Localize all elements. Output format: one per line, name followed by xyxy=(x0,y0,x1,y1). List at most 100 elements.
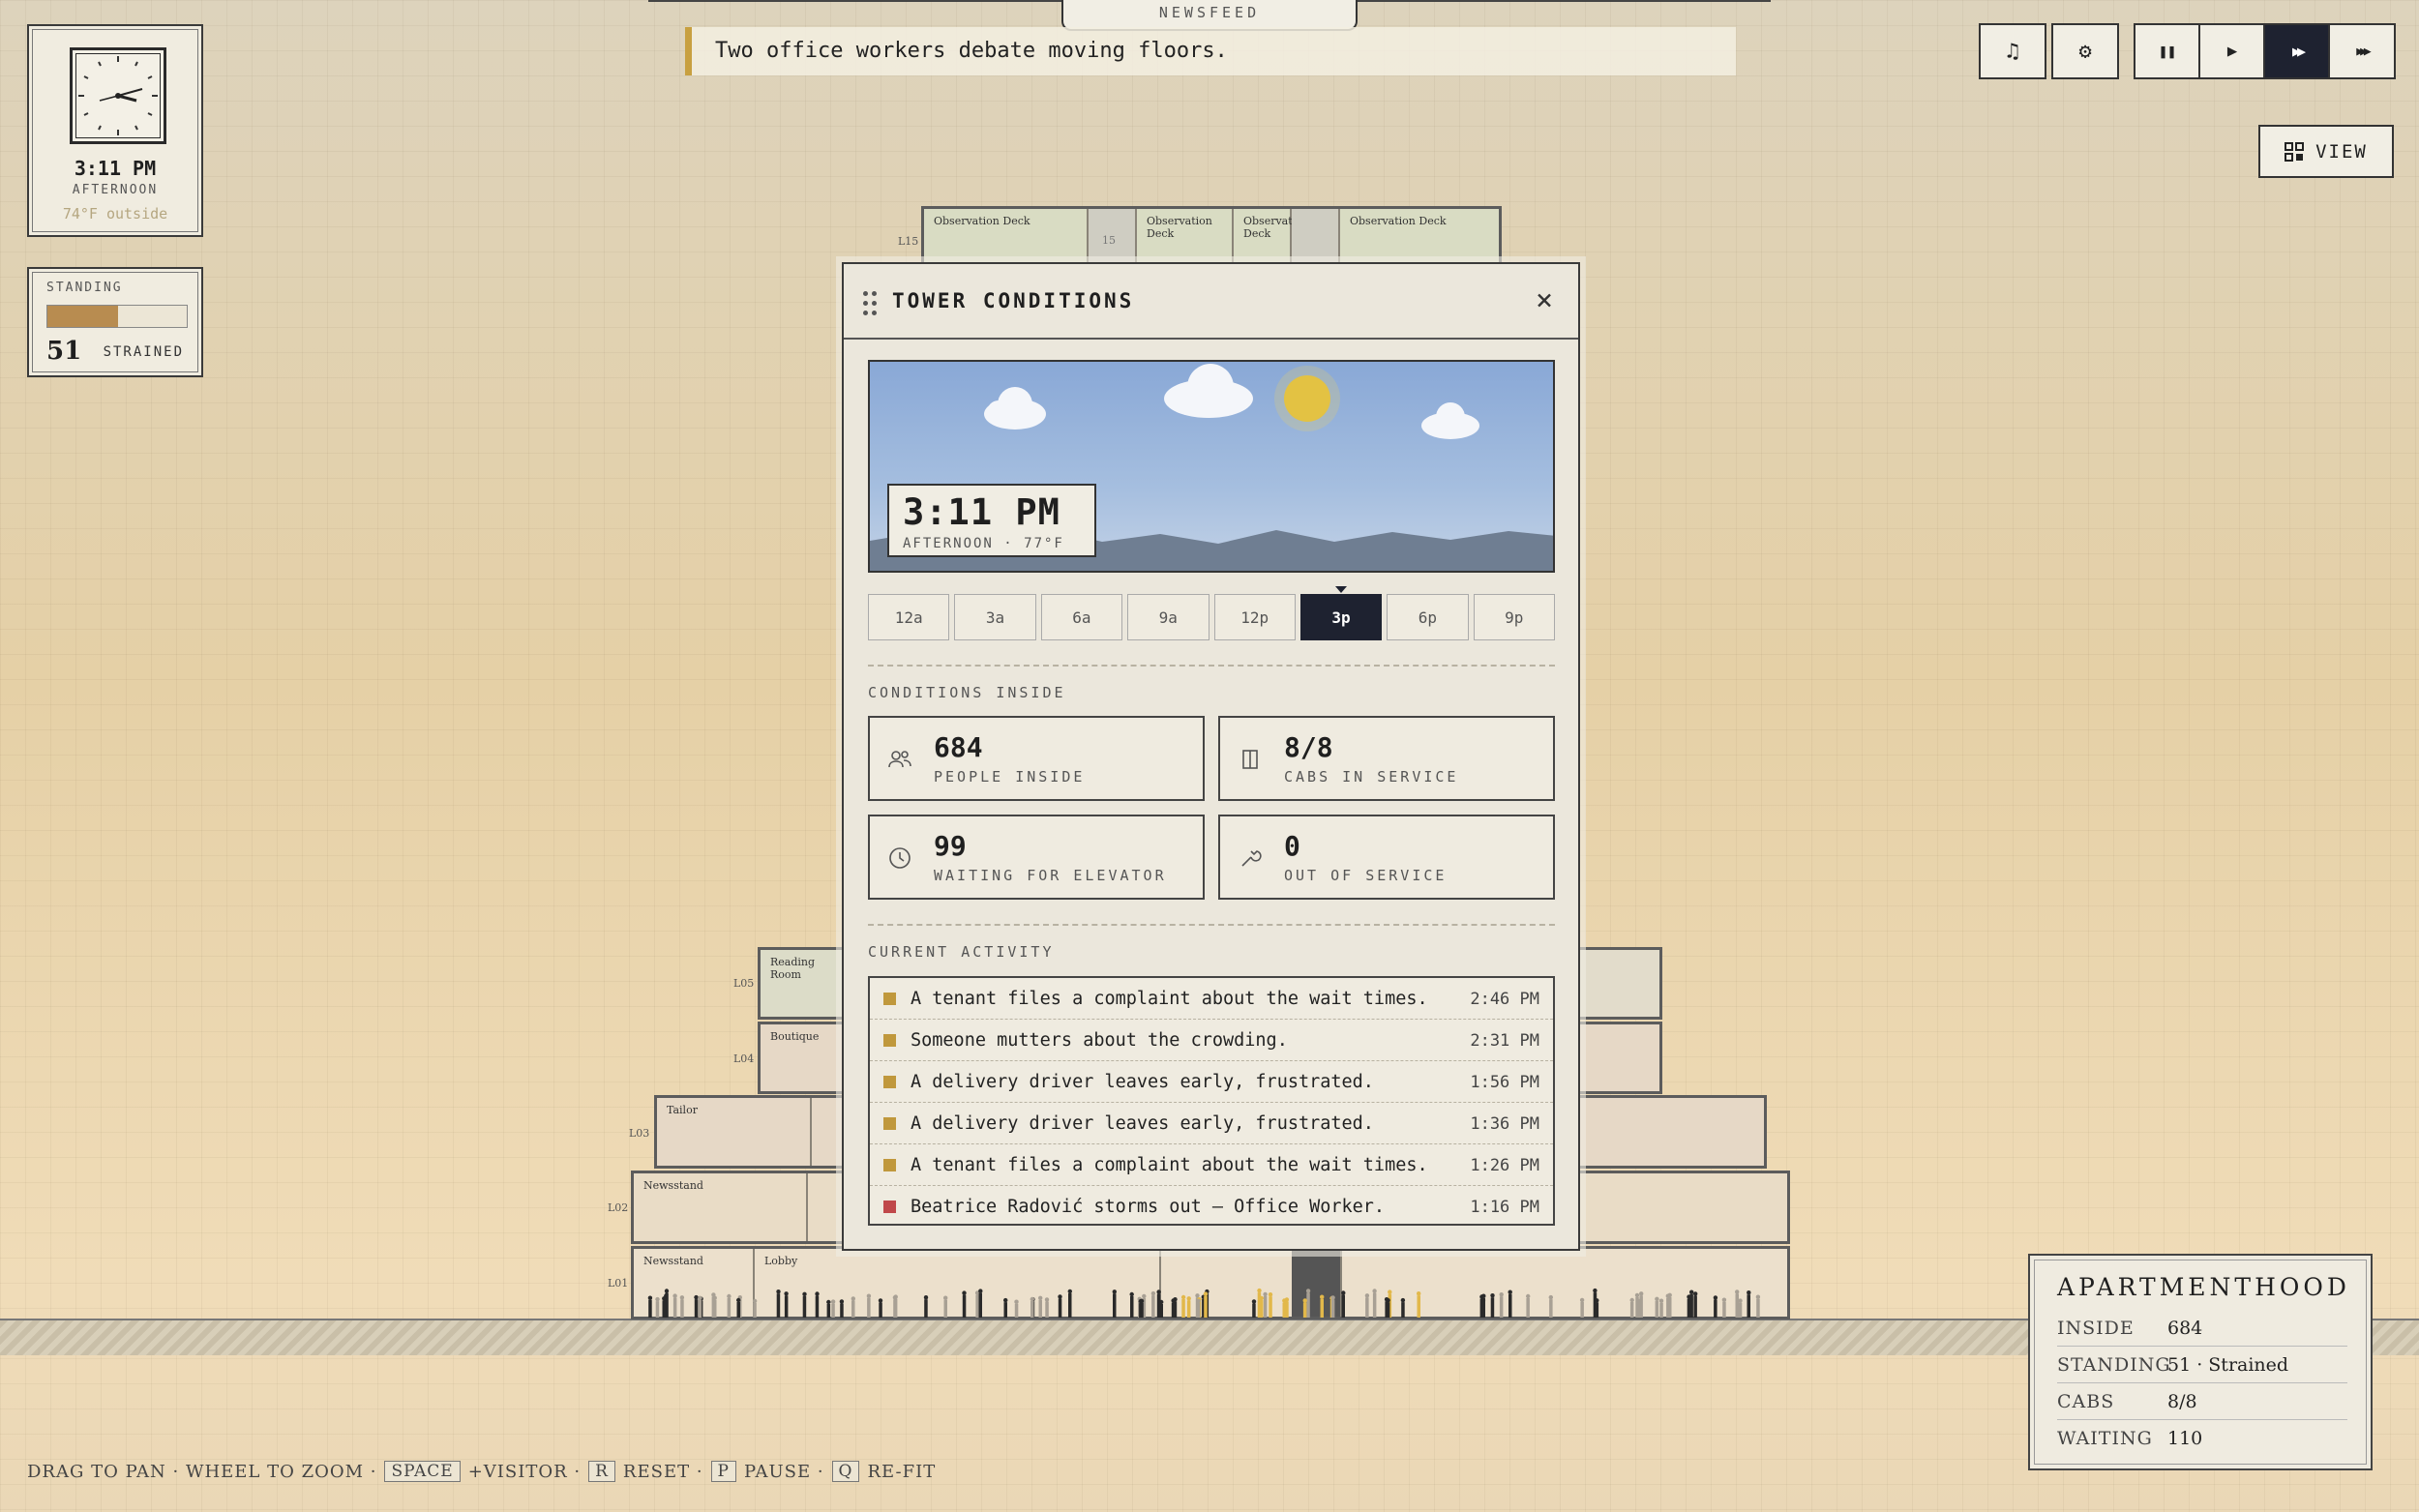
analog-clock-icon xyxy=(70,47,166,144)
summary-row: CABS 8/8 xyxy=(2057,1383,2347,1420)
activity-item: A delivery driver leaves early, frustrat… xyxy=(870,1061,1553,1103)
stat-label: CABS IN SERVICE xyxy=(1284,768,1459,786)
summary-value: 51 · Strained xyxy=(2167,1354,2289,1376)
modal-header[interactable]: TOWER CONDITIONS × xyxy=(844,264,1578,340)
hour-9a[interactable]: 9a xyxy=(1127,594,1210,640)
standing-bar xyxy=(46,305,188,328)
hour-12a[interactable]: 12a xyxy=(868,594,950,640)
person-head xyxy=(1284,1297,1290,1302)
person-figure xyxy=(1526,1298,1530,1318)
person-head xyxy=(1689,1290,1694,1294)
summary-value: 684 xyxy=(2167,1318,2203,1339)
activity-dot xyxy=(883,993,896,1005)
person-head xyxy=(1330,1295,1335,1300)
person-figure xyxy=(1302,1302,1307,1318)
person-head xyxy=(1526,1293,1531,1299)
person-head xyxy=(1364,1293,1370,1298)
person-head xyxy=(1139,1298,1145,1304)
hint-text: +VISITOR · xyxy=(467,1461,582,1482)
play-button[interactable]: ▶ xyxy=(2198,23,2266,79)
pause-button[interactable]: ❚❚ xyxy=(2134,23,2201,79)
stat-waiting: 99 WAITING FOR ELEVATOR xyxy=(868,815,1205,900)
pause-icon: ❚❚ xyxy=(2158,43,2177,60)
standing-status: STRAINED xyxy=(103,344,184,360)
person-figure xyxy=(1385,1301,1389,1318)
activity-dot xyxy=(883,1159,896,1171)
person-figure xyxy=(698,1299,702,1318)
hour-12p[interactable]: 12p xyxy=(1213,594,1296,640)
hour-6p[interactable]: 6p xyxy=(1387,594,1469,640)
stat-label: OUT OF SERVICE xyxy=(1284,867,1448,884)
person-figure xyxy=(1045,1301,1049,1318)
person-figure xyxy=(1693,1295,1697,1318)
activity-dot xyxy=(883,1034,896,1047)
person-figure xyxy=(1499,1296,1504,1318)
cloud-icon xyxy=(1421,402,1479,439)
person-head xyxy=(943,1295,948,1300)
person-figure xyxy=(655,1301,660,1318)
hour-6a[interactable]: 6a xyxy=(1040,594,1123,640)
person-figure xyxy=(1508,1293,1512,1318)
person-head xyxy=(1251,1299,1257,1304)
hour-3p[interactable]: 3p xyxy=(1299,586,1383,640)
settings-button[interactable]: ⚙ xyxy=(2051,23,2119,79)
divider xyxy=(868,665,1555,667)
hour-9p[interactable]: 9p xyxy=(1473,594,1555,640)
summary-key: CABS xyxy=(2057,1391,2115,1412)
activity-item: Someone mutters about the crowding. 2:31… xyxy=(870,1020,1553,1061)
person-figure xyxy=(680,1299,684,1318)
person-figure xyxy=(1204,1295,1208,1318)
person-head xyxy=(1579,1297,1585,1303)
observation-room: Observation Deck xyxy=(1137,209,1234,263)
person-head xyxy=(776,1290,781,1294)
person-head xyxy=(1417,1291,1421,1296)
drag-handle-icon[interactable] xyxy=(863,291,877,316)
summary-row: STANDING 51 · Strained xyxy=(2057,1347,2347,1383)
person-figure xyxy=(1252,1303,1256,1318)
activity-time: 1:36 PM xyxy=(1470,1114,1539,1134)
person-head xyxy=(1044,1297,1050,1302)
view-button[interactable]: VIEW xyxy=(2258,125,2394,178)
person-head xyxy=(1257,1288,1262,1293)
person-head xyxy=(1305,1289,1311,1293)
person-figure xyxy=(1481,1297,1485,1318)
person-figure xyxy=(662,1300,666,1318)
keyboard-hints: DRAG TO PAN · WHEEL TO ZOOM · SPACE +VIS… xyxy=(27,1461,936,1482)
fastest-forward-button[interactable]: ▶▶▶ xyxy=(2328,23,2396,79)
person-figure xyxy=(1151,1295,1155,1318)
music-button[interactable]: ♫ xyxy=(1979,23,2046,79)
person-figure xyxy=(840,1303,844,1318)
hint-text: PAUSE · xyxy=(744,1461,824,1482)
activity-text: Someone mutters about the crowding. xyxy=(911,1030,1288,1051)
person-figure xyxy=(893,1299,897,1318)
hour-3a[interactable]: 3a xyxy=(954,594,1036,640)
settings-icon: ⚙ xyxy=(2078,39,2092,64)
person-figure xyxy=(1320,1298,1324,1318)
stat-value: 684 xyxy=(934,731,983,763)
person-figure xyxy=(831,1303,835,1318)
person-head xyxy=(1548,1294,1553,1300)
person-head xyxy=(736,1297,741,1303)
stat-people-inside: 684 PEOPLE INSIDE xyxy=(868,716,1205,801)
person-head xyxy=(727,1293,732,1299)
close-icon[interactable]: × xyxy=(1536,283,1553,317)
fast-forward-icon: ▶▶ xyxy=(2291,43,2306,60)
boutique-room: Boutique xyxy=(761,1024,848,1091)
newsstand-room: Newsstand xyxy=(634,1173,808,1241)
clock-period: AFTERNOON xyxy=(72,183,159,197)
building-name: APARTMENTHOOD xyxy=(2057,1273,2350,1301)
person-figure xyxy=(1629,1302,1634,1318)
person-figure xyxy=(1257,1292,1262,1318)
stat-value: 0 xyxy=(1284,830,1300,862)
person-head xyxy=(1384,1297,1389,1302)
fast-forward-button[interactable]: ▶▶ xyxy=(2263,23,2331,79)
person-head xyxy=(1693,1291,1698,1296)
sun-icon xyxy=(1284,375,1330,422)
floor-number: L15 xyxy=(898,235,919,248)
activity-item: Beatrice Radović storms out — Office Wor… xyxy=(870,1186,1553,1228)
floor-number: L03 xyxy=(629,1127,650,1140)
fastest-forward-icon: ▶▶▶ xyxy=(2356,44,2372,59)
activity-text: A delivery driver leaves early, frustrat… xyxy=(911,1072,1374,1092)
person-figure xyxy=(943,1299,947,1318)
person-head xyxy=(1593,1288,1598,1293)
